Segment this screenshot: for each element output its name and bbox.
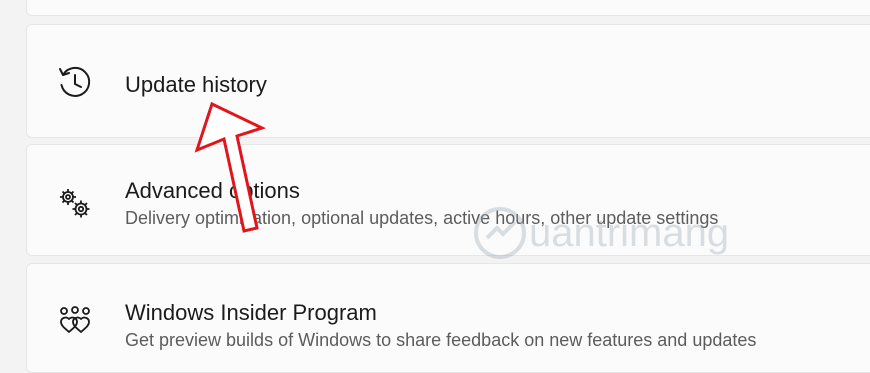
windows-insider-subtitle: Get preview builds of Windows to share f… [125,330,757,350]
history-icon [55,63,95,103]
gears-icon [55,183,95,223]
settings-card-partial[interactable] [26,0,870,16]
windows-insider-card[interactable]: Windows Insider Program Get preview buil… [26,263,870,373]
update-history-title: Update history [125,72,267,97]
advanced-options-card[interactable]: Advanced options Delivery optimization, … [26,144,870,256]
advanced-options-title: Advanced options [125,178,300,203]
windows-insider-title: Windows Insider Program [125,300,377,325]
advanced-options-subtitle: Delivery optimization, optional updates,… [125,208,719,228]
insider-hearts-icon [55,302,95,342]
update-history-card[interactable]: Update history [26,24,870,138]
